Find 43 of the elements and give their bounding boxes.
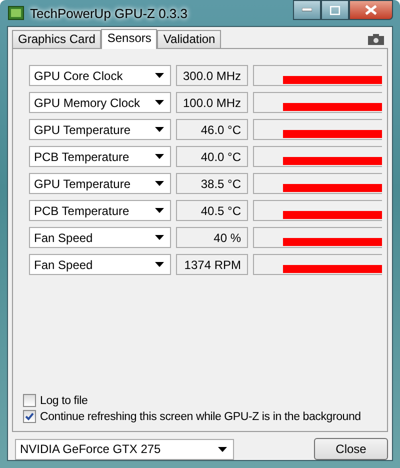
- maximize-icon: [330, 6, 340, 14]
- sensor-reading: 300.0 MHz: [176, 65, 248, 86]
- sensor-select[interactable]: GPU Temperature: [29, 119, 171, 140]
- sensor-select[interactable]: PCB Temperature: [29, 146, 171, 167]
- sensor-select[interactable]: GPU Core Clock: [29, 65, 171, 86]
- tab[interactable]: Graphics Card: [12, 30, 102, 48]
- sensor-select[interactable]: Fan Speed: [29, 227, 171, 248]
- sensor-reading: 1374 RPM: [176, 254, 248, 275]
- caret-icon: [155, 154, 164, 159]
- checkbox[interactable]: [23, 410, 36, 423]
- window-title: TechPowerUp GPU-Z 0.3.3: [30, 6, 188, 20]
- sensor-reading: 38.5 °C: [176, 173, 248, 194]
- caret-icon: [155, 208, 164, 213]
- checkbox[interactable]: [23, 394, 36, 407]
- app-icon: [8, 6, 24, 20]
- close-icon: [365, 5, 377, 15]
- caret-icon: [155, 127, 164, 132]
- camera-icon[interactable]: [368, 34, 384, 45]
- caret-icon: [155, 73, 164, 78]
- caret-icon: [155, 181, 164, 186]
- sensor-select[interactable]: Fan Speed: [29, 254, 171, 275]
- close-button[interactable]: Close: [314, 438, 388, 460]
- sensor-reading: 46.0 °C: [176, 119, 248, 140]
- sensor-reading: 40 %: [176, 227, 248, 248]
- checkbox-label[interactable]: Log to file: [40, 394, 88, 406]
- caret-icon: [218, 446, 227, 452]
- maximize-button[interactable]: [321, 0, 349, 20]
- caret-icon: [155, 262, 164, 267]
- tab[interactable]: Validation: [157, 30, 222, 48]
- close-button[interactable]: [349, 0, 393, 20]
- minimize-button[interactable]: [293, 0, 321, 20]
- caret-icon: [155, 100, 164, 105]
- minimize-icon: [302, 8, 312, 12]
- sensor-select[interactable]: GPU Memory Clock: [29, 92, 171, 113]
- sensor-select[interactable]: PCB Temperature: [29, 200, 171, 221]
- sensor-reading: 40.5 °C: [176, 200, 248, 221]
- checkbox-label[interactable]: Continue refreshing this screen while GPU-Z is in the background: [40, 410, 361, 422]
- card-select[interactable]: NVIDIA GeForce GTX 275: [15, 438, 234, 460]
- caret-icon: [155, 235, 164, 240]
- sensor-select[interactable]: GPU Temperature: [29, 173, 171, 194]
- sensor-reading: 40.0 °C: [176, 146, 248, 167]
- sensor-reading: 100.0 MHz: [176, 92, 248, 113]
- tab[interactable]: Sensors: [101, 29, 158, 49]
